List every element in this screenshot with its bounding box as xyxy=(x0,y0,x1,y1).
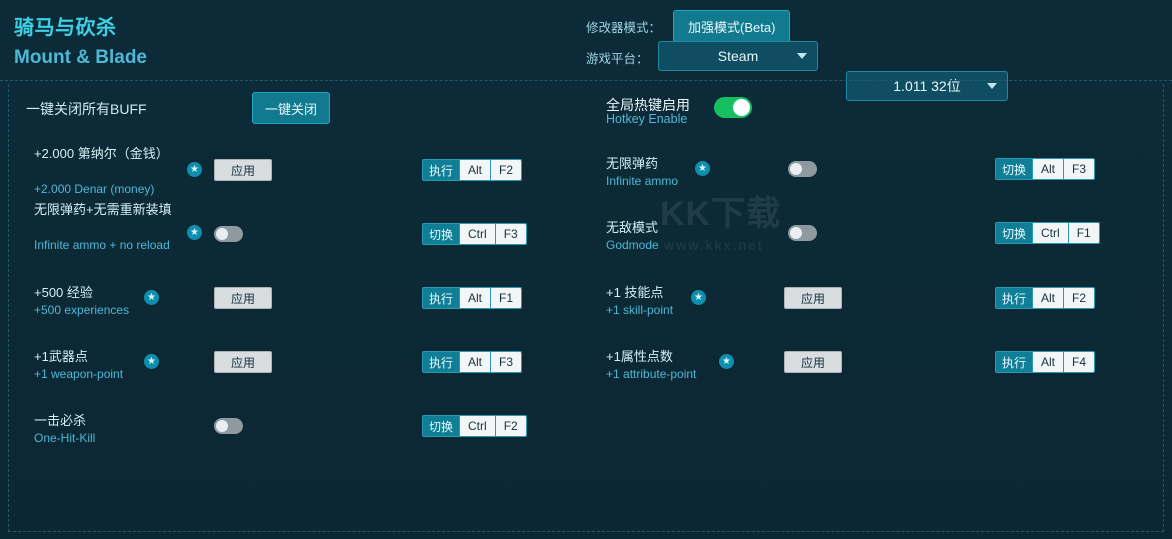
mode-button[interactable]: 加强模式(Beta) xyxy=(673,10,791,43)
table-row: 无限弹药 Infinite ammo ★ 切换 Alt F3 xyxy=(600,152,1160,192)
close-all-button[interactable]: 一键关闭 xyxy=(252,92,330,124)
cheat-label-en: +2.000 Denar (money) xyxy=(34,182,155,196)
table-row: +1武器点 +1 weapon-point ★ 应用 执行 Alt F3 xyxy=(0,345,560,385)
hotkey-modifier: Alt xyxy=(459,288,491,308)
hotkey-modifier: Ctrl xyxy=(459,224,495,244)
hotkey-action: 执行 xyxy=(423,160,460,180)
hotkey-key: F3 xyxy=(490,352,522,372)
close-all-label: 一键关闭所有BUFF xyxy=(26,101,147,117)
apply-button[interactable]: 应用 xyxy=(214,287,272,309)
hotkey-group[interactable]: 切换 Alt F3 xyxy=(995,158,1096,180)
hotkey-group[interactable]: 切换 Ctrl F2 xyxy=(422,415,527,437)
hotkey-action: 切换 xyxy=(423,416,460,436)
table-row: 无敌模式 Godmode 切换 Ctrl F1 xyxy=(600,216,1160,256)
header-divider xyxy=(0,80,1172,81)
cheat-label-en: +1 skill-point xyxy=(606,303,674,317)
hotkey-key: F4 xyxy=(1063,352,1095,372)
cheat-label-en: +500 experiences xyxy=(34,303,130,317)
hotkey-action: 执行 xyxy=(996,288,1033,308)
favorite-star-icon[interactable]: ★ xyxy=(695,161,710,176)
cheat-label-en: One-Hit-Kill xyxy=(34,431,96,445)
cheat-label-en: Godmode xyxy=(606,238,659,252)
table-row: +500 经验 +500 experiences ★ 应用 执行 Alt F1 xyxy=(0,281,560,321)
trainer-window: 骑马与砍杀 Mount & Blade 修改器模式： 加强模式(Beta) 游戏… xyxy=(0,0,1172,539)
cheat-label-zh: +2.000 第纳尔（金钱） xyxy=(34,146,169,161)
cheat-toggle[interactable] xyxy=(788,225,817,241)
hotkey-modifier: Ctrl xyxy=(459,416,495,436)
platform-select-value: Steam xyxy=(717,48,759,64)
hotkey-action: 执行 xyxy=(423,352,460,372)
favorite-star-icon[interactable]: ★ xyxy=(187,162,202,177)
favorite-star-icon[interactable]: ★ xyxy=(719,354,734,369)
hotkey-key: F2 xyxy=(1063,288,1095,308)
cheat-toggle[interactable] xyxy=(214,418,243,434)
hotkey-key: F3 xyxy=(494,224,526,244)
hotkey-modifier: Alt xyxy=(459,352,491,372)
hotkey-modifier: Alt xyxy=(1032,159,1064,179)
table-row: +1属性点数 +1 attribute-point ★ 应用 执行 Alt F4 xyxy=(600,345,1160,385)
hotkey-key: F1 xyxy=(490,288,522,308)
cheat-label-en: Infinite ammo xyxy=(606,174,679,188)
hotkey-enable-label-en: Hotkey Enable xyxy=(606,112,688,126)
hotkey-action: 执行 xyxy=(423,288,460,308)
favorite-star-icon[interactable]: ★ xyxy=(144,290,159,305)
header: 骑马与砍杀 Mount & Blade 修改器模式： 加强模式(Beta) 游戏… xyxy=(0,0,1172,101)
table-row: +1 技能点 +1 skill-point ★ 应用 执行 Alt F2 xyxy=(600,281,1160,321)
page-title-zh: 骑马与砍杀 xyxy=(14,17,117,39)
hotkey-action: 切换 xyxy=(996,159,1033,179)
mode-row: 修改器模式： 加强模式(Beta) xyxy=(586,10,791,43)
apply-button[interactable]: 应用 xyxy=(784,351,842,373)
apply-button[interactable]: 应用 xyxy=(214,159,272,181)
hotkey-group[interactable]: 执行 Alt F4 xyxy=(995,351,1096,373)
cheat-label-zh: +1 技能点 xyxy=(606,285,664,300)
hotkey-action: 切换 xyxy=(996,223,1033,243)
hotkey-action: 切换 xyxy=(423,224,460,244)
cheat-toggle[interactable] xyxy=(788,161,817,177)
table-row: +2.000 第纳尔（金钱） +2.000 Denar (money) ★ 应用… xyxy=(0,142,560,196)
platform-label: 游戏平台： xyxy=(586,52,649,66)
cheat-toggle[interactable] xyxy=(214,226,243,242)
hotkey-group[interactable]: 执行 Alt F1 xyxy=(422,287,523,309)
favorite-star-icon[interactable]: ★ xyxy=(144,354,159,369)
hotkey-key: F2 xyxy=(490,160,522,180)
hotkey-key: F2 xyxy=(494,416,526,436)
cheat-label-zh: 无限弹药 xyxy=(606,156,659,171)
hotkey-group[interactable]: 切换 Ctrl F1 xyxy=(995,222,1100,244)
cheat-label-zh: 无限弹药+无需重新装填 xyxy=(34,202,172,217)
page-title-en: Mount & Blade xyxy=(14,47,147,68)
favorite-star-icon[interactable]: ★ xyxy=(691,290,706,305)
hotkey-group[interactable]: 执行 Alt F2 xyxy=(995,287,1096,309)
hotkey-group[interactable]: 切换 Ctrl F3 xyxy=(422,223,527,245)
hotkey-key: F1 xyxy=(1067,223,1099,243)
platform-row: 游戏平台： xyxy=(586,48,661,67)
hotkey-key: F3 xyxy=(1063,159,1095,179)
cheat-label-zh: 一击必杀 xyxy=(34,413,87,428)
apply-button[interactable]: 应用 xyxy=(784,287,842,309)
cheat-label-en: +1 attribute-point xyxy=(606,367,697,381)
platform-select[interactable]: Steam xyxy=(658,41,818,71)
table-row: 无限弹药+无需重新装填 Infinite ammo + no reload ★ … xyxy=(0,198,560,252)
cheat-label-en: Infinite ammo + no reload xyxy=(34,238,170,252)
apply-button[interactable]: 应用 xyxy=(214,351,272,373)
cheat-label-zh: 无敌模式 xyxy=(606,220,659,235)
hotkey-modifier: Alt xyxy=(1032,288,1064,308)
cheat-label-en: +1 weapon-point xyxy=(34,367,124,381)
hotkey-modifier: Alt xyxy=(459,160,491,180)
hotkey-action: 执行 xyxy=(996,352,1033,372)
mode-label: 修改器模式： xyxy=(586,21,662,35)
hotkey-enable-toggle[interactable] xyxy=(714,97,752,118)
hotkey-modifier: Ctrl xyxy=(1032,223,1068,243)
chevron-down-icon xyxy=(797,53,807,59)
hotkey-group[interactable]: 执行 Alt F2 xyxy=(422,159,523,181)
table-row: 一击必杀 One-Hit-Kill 切换 Ctrl F2 xyxy=(0,409,560,449)
favorite-star-icon[interactable]: ★ xyxy=(187,225,202,240)
hotkey-group[interactable]: 执行 Alt F3 xyxy=(422,351,523,373)
hotkey-modifier: Alt xyxy=(1032,352,1064,372)
